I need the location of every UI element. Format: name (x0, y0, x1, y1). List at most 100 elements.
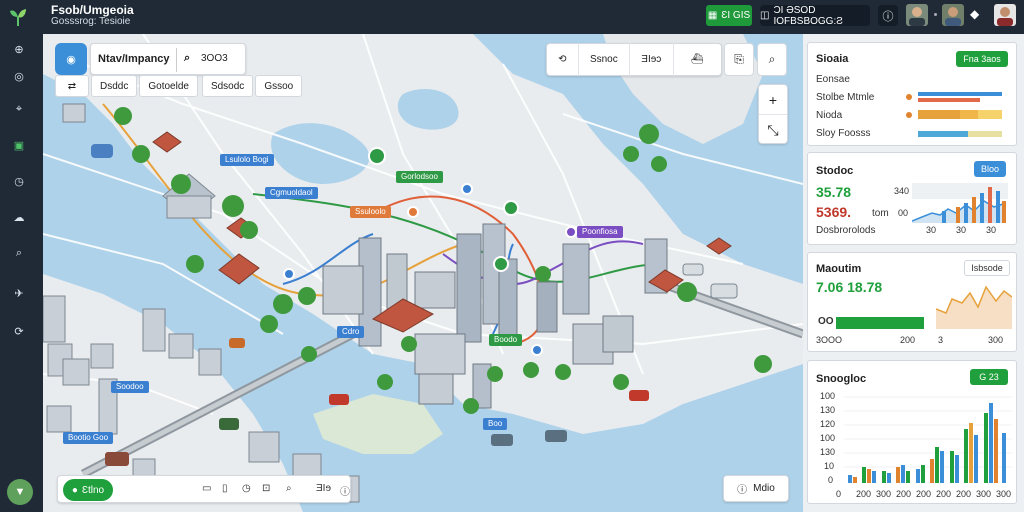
info-icon[interactable]: ⓘ (340, 483, 350, 498)
divider (176, 48, 177, 72)
satellite-icon[interactable]: ✈ (10, 284, 28, 302)
card-title: Snoogloc (816, 373, 867, 385)
metric-value: 7.06 18.78 (816, 279, 883, 295)
card-title: Stodoc (816, 165, 854, 177)
user-avatar-1[interactable] (906, 4, 928, 26)
metric-value: 35.78 (816, 184, 852, 200)
card-title: Maoutim (816, 263, 862, 275)
axis-tick: 200 (936, 489, 952, 499)
snapshot-chart (844, 396, 1012, 483)
map-label[interactable]: Ssuloolo (350, 206, 391, 218)
stat-row-label: Eonsae (816, 74, 850, 85)
axis-tick: 300 (996, 489, 1012, 499)
map-bottom-bar: ● Ɛtlno ▭ ▯ ◷ ⊡ ⌕ ƎIɘ ⓘ (57, 475, 351, 503)
refresh-icon[interactable]: ⟲ (547, 43, 579, 76)
tab-tool-1[interactable]: Ssnoc (579, 43, 631, 76)
status-badge[interactable]: G 23 (970, 369, 1008, 385)
zoom-in-icon[interactable]: + (759, 85, 787, 115)
map-view[interactable]: Lsulolo Bogi Cgmuoldaol Gorlodsoo Ssuloo… (43, 34, 803, 512)
filter-row: ⇄ Dsddc Gotoelde Sdsodc Gssoo (55, 75, 303, 97)
axis-tick: 200 (896, 489, 912, 499)
axis-tick: 0 (836, 489, 842, 499)
filter-chip[interactable]: Gotoelde (139, 75, 198, 97)
legend-button[interactable]: ⓘ Mdio (723, 475, 789, 502)
metric-value: 5369. (816, 204, 852, 220)
axis-tick: 200 (856, 489, 872, 499)
axis-tick: 200 (916, 489, 932, 499)
axis-tick: 300 (976, 489, 992, 499)
bottom-extra-label[interactable]: ƎIɘ (316, 483, 331, 494)
filter-chip[interactable]: Sdsodc (201, 75, 254, 97)
axis-tick: 10 (824, 461, 835, 471)
map-label[interactable]: Poonfiosa (577, 226, 623, 238)
expand-icon[interactable]: ⤡ (759, 115, 787, 145)
search-icon[interactable]: ⌕ (757, 43, 787, 76)
search-icon[interactable]: ⌕ (286, 483, 292, 494)
metric-unit: tom (872, 208, 889, 219)
left-sidebar: ⊕ ◎ ⌖ ▣ ◷ ☁ ⌕ ✈ ⟳ ▼ (0, 34, 43, 512)
clock-icon[interactable]: ◷ (10, 172, 28, 190)
status-card: Stodoc Bloo 35.78 5369. tom 340 00 Dosbr… (807, 152, 1017, 245)
cloud-icon[interactable]: ☁ (10, 208, 28, 226)
axis-tick: 3 (938, 335, 944, 345)
map-label[interactable]: Lsulolo Bogi (220, 154, 274, 166)
axis-tick: 3OOO (816, 335, 843, 345)
map-label[interactable]: Bootio Goo (63, 432, 114, 444)
clock-icon[interactable]: ◷ (242, 483, 251, 494)
sync-icon[interactable]: ⟳ (10, 322, 28, 340)
target-icon[interactable]: ⊡ (262, 483, 270, 494)
stat-row-label: Nioda (816, 110, 843, 121)
compass-icon[interactable]: ◎ (10, 67, 28, 85)
notification-icon[interactable]: ◆ (970, 7, 979, 21)
ship-icon[interactable]: ⛴ (674, 43, 721, 76)
map-canvas (43, 34, 803, 512)
monitor-card: Maoutim Isbsode 7.06 18.78 OO 3OOO 200 3… (807, 252, 1017, 352)
grid-icon: ▦ (707, 10, 718, 21)
stat-row-label: Stolbe Mtmle (816, 92, 875, 103)
layers-toggle-icon[interactable]: ◉ (55, 43, 87, 75)
map-search-box[interactable]: Ntav/Impancy ⌕ 3OO3 (90, 43, 246, 75)
global-search-button[interactable]: ◫ ƆI ƏSOD IOFBSBOGG:Ƨ (760, 5, 870, 27)
map-label[interactable]: Boodo (489, 334, 523, 346)
map-label[interactable]: Cgmuoldaol (265, 187, 318, 199)
time-filter-button[interactable]: ● Ɛtlno (63, 479, 113, 501)
map-label[interactable]: Cdro (337, 326, 365, 338)
map-label[interactable]: Soodoo (111, 381, 149, 393)
pin-icon[interactable]: ⌖ (10, 100, 28, 118)
axis-tick: 340 (894, 186, 910, 196)
tab-tool-2[interactable]: ƎIɘɔ (630, 43, 674, 76)
status-badge[interactable]: Isbsode (964, 260, 1010, 276)
snapshot-card: Snoogloc G 23 100 130 120 100 130 10 0 0… (807, 360, 1017, 504)
status-badge[interactable]: Bloo (974, 161, 1006, 177)
user-avatar-2[interactable] (942, 4, 964, 26)
top-bar: Fsob/Umgeoia Gosssrog: Tesioie ▦ ƐI GIS … (0, 0, 1024, 34)
separator-dot (934, 13, 937, 16)
filter-chip[interactable]: Gssoo (255, 75, 303, 97)
map-label[interactable]: Boo (483, 418, 508, 430)
globe-icon[interactable]: ⊕ (10, 40, 28, 58)
route-icon[interactable]: ⇄ (55, 75, 89, 97)
calendar-icon[interactable]: ▭ (202, 483, 211, 494)
filter-icon[interactable]: ▼ (7, 479, 33, 505)
status-badge[interactable]: Fna 3aos (956, 51, 1008, 67)
map-tool-tabs: ⟲ Ssnoc ƎIɘɔ ⛴ (546, 43, 722, 76)
axis-tick: 200 (956, 489, 972, 499)
app-logo (10, 9, 26, 26)
search-icon[interactable]: ⌕ (10, 244, 28, 262)
layers-icon[interactable]: ▣ (10, 136, 28, 154)
stat-row-label: Sloy Foosss (816, 128, 871, 139)
lock-icon[interactable]: ▯ (222, 483, 228, 494)
save-icon[interactable]: ⎘ (724, 43, 754, 76)
search-icon[interactable]: ⌕ (184, 52, 190, 65)
map-label[interactable]: Gorlodsoo (396, 171, 443, 183)
axis-tick: 300 (988, 335, 1004, 345)
stats-card: Sioaia Fna 3aos Eonsae Stolbe Mtmle Niod… (807, 42, 1017, 146)
stats-bars (906, 92, 1002, 137)
axis-tick: 120 (820, 419, 836, 429)
axis-tick: 30 (986, 225, 997, 235)
user-avatar-3[interactable] (994, 4, 1016, 26)
axis-tick: 100 (820, 391, 836, 401)
filter-chip[interactable]: Dsddc (91, 75, 138, 97)
primary-action-button[interactable]: ▦ ƐI GIS (706, 5, 752, 26)
info-icon[interactable]: ⓘ (878, 5, 898, 26)
